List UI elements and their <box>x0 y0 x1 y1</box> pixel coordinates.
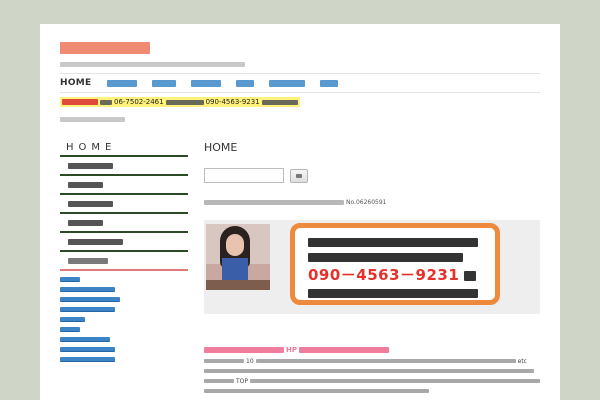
list-item[interactable] <box>60 284 188 294</box>
notice-text-2 <box>165 99 204 105</box>
search-input[interactable] <box>204 168 284 183</box>
search-form <box>204 168 540 183</box>
list-item[interactable] <box>60 294 188 304</box>
staff-photo <box>206 224 270 290</box>
sidebar-link[interactable] <box>60 296 120 302</box>
body-line-1-num: 10 <box>246 357 254 365</box>
sidebar-item-2[interactable] <box>60 176 188 195</box>
article-title-prefix <box>204 347 284 353</box>
sidebar-link[interactable] <box>60 306 115 312</box>
notice-tel: 06-7502-2461 <box>114 98 164 106</box>
body-line-2 <box>204 368 540 374</box>
article-title-suffix <box>299 347 389 353</box>
sidebar-link[interactable] <box>60 346 115 352</box>
notice-bar: 06-7502-2461 090-4563-9231 <box>60 97 300 107</box>
nav-item-2[interactable] <box>151 79 176 87</box>
sidebar-link[interactable] <box>60 336 110 342</box>
article-title: HP <box>204 346 540 354</box>
sidebar-link[interactable] <box>60 316 85 322</box>
contact-banner: 090－4563－9231 <box>204 220 540 314</box>
nav-item-4[interactable] <box>235 79 254 87</box>
list-item[interactable] <box>60 334 188 344</box>
sidebar-item-home[interactable]: HOME <box>60 140 188 157</box>
sidebar-link-list <box>60 271 188 364</box>
banner-phone: 090－4563－9231 <box>308 266 460 284</box>
body-line-2-text <box>204 369 534 373</box>
search-button-label <box>296 173 302 178</box>
sidebar-link[interactable] <box>60 286 115 292</box>
sidebar-item-label <box>68 181 103 188</box>
body-line-3-word: TOP <box>236 377 249 385</box>
list-item[interactable] <box>60 354 188 364</box>
article-title-text: HP <box>286 346 297 354</box>
page: HOME 06-7502-2461 090-4563-9231 HOME HOM… <box>40 24 560 400</box>
main-content: HOME No.06260591 090－4563－9231 HP 10 etc… <box>204 140 540 394</box>
body-line-4 <box>204 388 540 394</box>
nav-item-1[interactable] <box>106 79 137 87</box>
global-nav: HOME <box>60 73 540 93</box>
sidebar-item-6[interactable] <box>60 252 188 271</box>
body-line-3: TOP <box>204 377 540 385</box>
notice-text-3 <box>261 99 298 105</box>
banner-phone-row: 090－4563－9231 <box>308 268 495 283</box>
sidebar-item-label <box>68 200 113 207</box>
registration-number: No.06260591 <box>346 198 387 206</box>
sidebar-link[interactable] <box>60 356 115 362</box>
banner-message-card: 090－4563－9231 <box>290 223 500 305</box>
body-line-4-text <box>204 389 429 393</box>
nav-item-5[interactable] <box>268 79 305 87</box>
body-line-3-head <box>204 379 234 383</box>
sidebar-home-label: HOME <box>66 142 117 153</box>
registration-line: No.06260591 <box>204 198 540 206</box>
body-line-3-text <box>250 379 540 383</box>
sidebar-item-5[interactable] <box>60 233 188 252</box>
site-title[interactable] <box>60 42 150 54</box>
registration-label <box>204 199 344 205</box>
list-item[interactable] <box>60 324 188 334</box>
sidebar-item-4[interactable] <box>60 214 188 233</box>
sidebar-item-label <box>68 219 103 226</box>
notice-heading <box>62 99 98 105</box>
nav-item-home[interactable]: HOME <box>60 78 92 88</box>
list-item[interactable] <box>60 274 188 284</box>
banner-line-4 <box>308 289 478 298</box>
notice-text-1 <box>100 99 112 105</box>
body-line-1-head <box>204 359 244 363</box>
banner-phone-suffix <box>464 270 477 281</box>
sidebar-item-label <box>68 238 123 245</box>
sidebar-link[interactable] <box>60 326 80 332</box>
sidebar-item-3[interactable] <box>60 195 188 214</box>
sidebar: HOME <box>60 140 188 364</box>
list-item[interactable] <box>60 314 188 324</box>
sidebar-item-label <box>68 162 113 169</box>
search-button[interactable] <box>290 168 308 183</box>
banner-line-1 <box>308 238 478 247</box>
sidebar-item-label <box>68 257 108 264</box>
sidebar-item-1[interactable] <box>60 157 188 176</box>
page-title: HOME <box>204 141 238 154</box>
list-item[interactable] <box>60 304 188 314</box>
sidebar-link[interactable] <box>60 276 80 282</box>
site-description <box>60 62 245 67</box>
nav-item-3[interactable] <box>190 79 221 87</box>
nav-item-6[interactable] <box>319 79 338 87</box>
notice-mobile: 090-4563-9231 <box>205 98 260 106</box>
list-item[interactable] <box>60 344 188 354</box>
banner-line-2 <box>308 253 463 262</box>
body-line-1-text <box>255 359 516 363</box>
body-line-1-tail: etc <box>517 357 527 365</box>
body-line-1: 10 etc <box>204 357 540 365</box>
sub-note <box>60 117 125 122</box>
